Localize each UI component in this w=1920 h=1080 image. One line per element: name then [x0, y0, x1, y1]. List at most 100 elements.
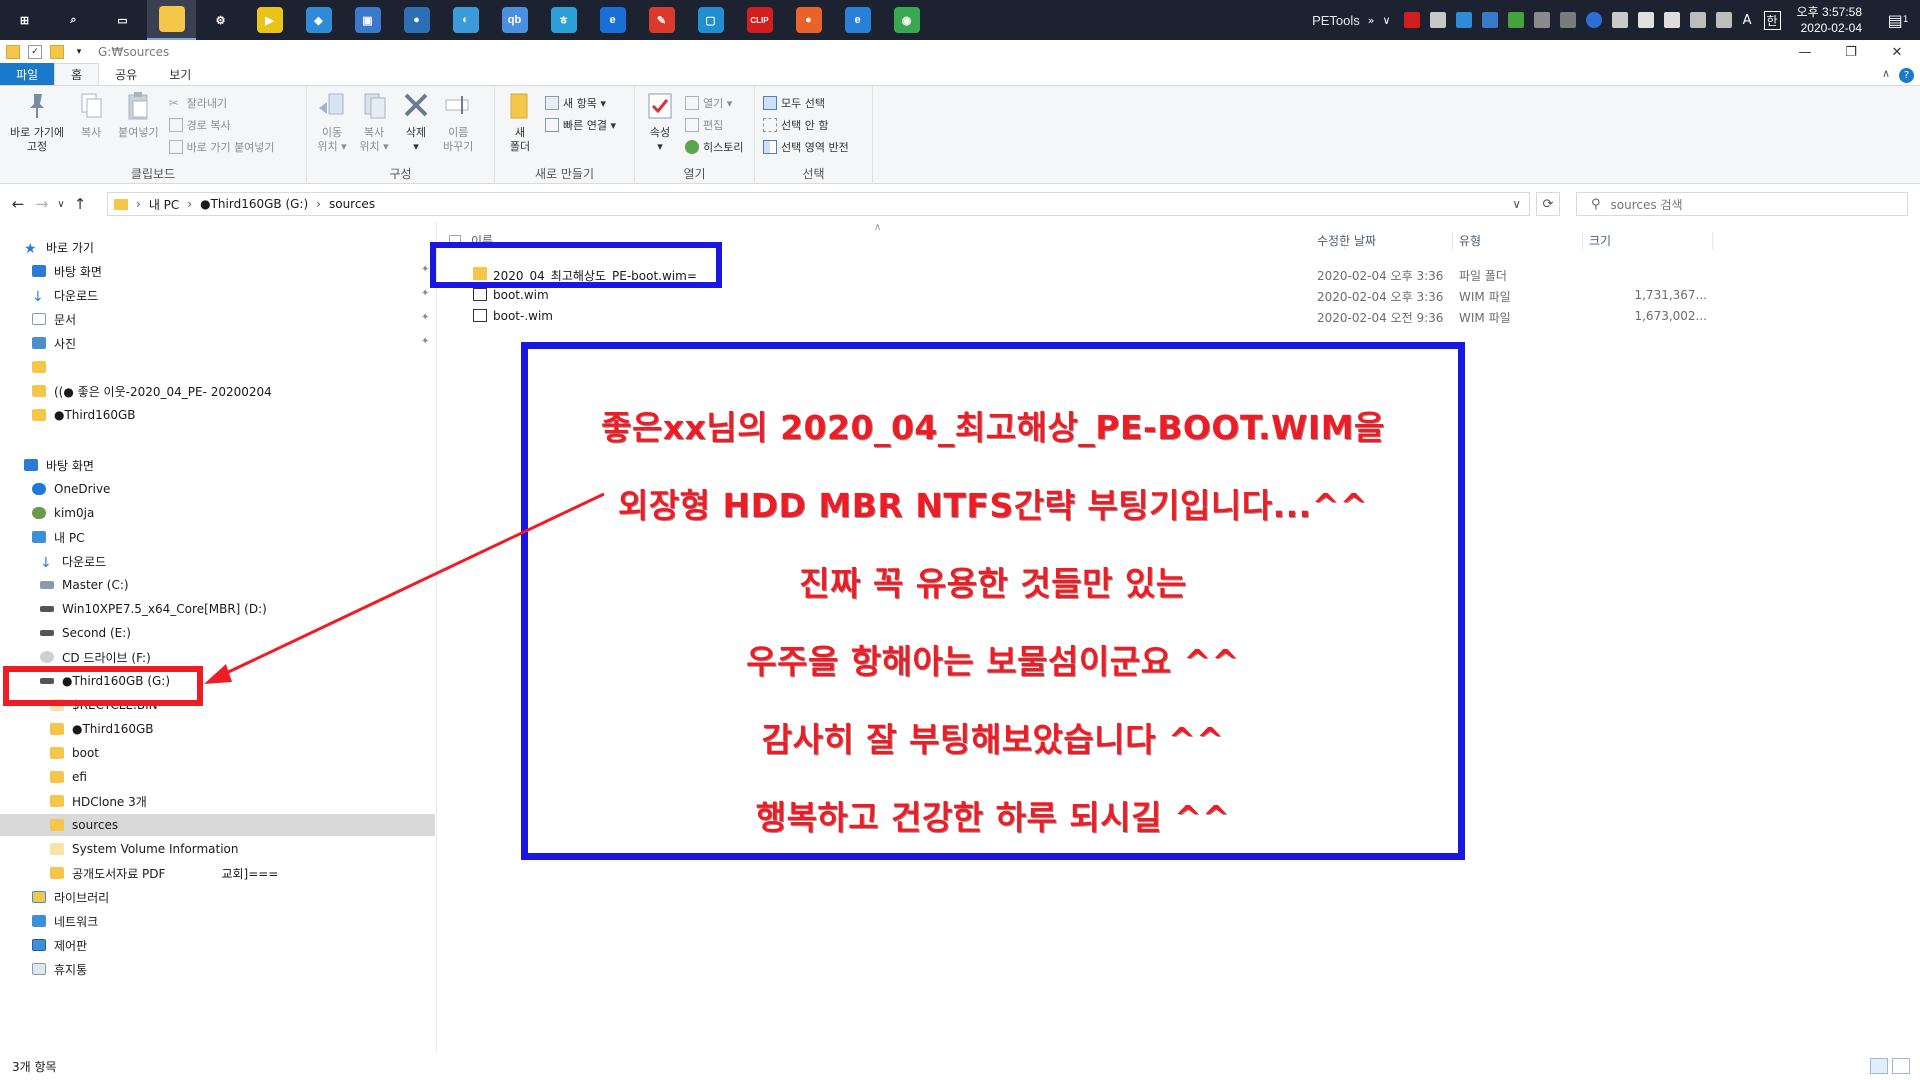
- taskbar-button[interactable]: ◆: [294, 0, 343, 40]
- taskbar-button[interactable]: qb: [490, 0, 539, 40]
- file-row[interactable]: boot-.wim 2020-02-04 오전 9:36 WIM 파일 1,673,0…: [437, 306, 1920, 327]
- nav-hdclone[interactable]: HDClone 3개: [50, 790, 147, 812]
- taskbar-button[interactable]: e: [833, 0, 882, 40]
- collapse-ribbon-icon[interactable]: ∧: [1882, 67, 1890, 80]
- bluetooth-icon[interactable]: [1585, 12, 1602, 28]
- copy-path-button[interactable]: 경로 복사: [168, 114, 275, 136]
- tray-app2-icon[interactable]: [1455, 12, 1472, 28]
- nav-drive-e[interactable]: Second (E:): [40, 622, 131, 644]
- paste-shortcut-button[interactable]: 바로 가기 붙여넣기: [168, 136, 275, 158]
- nav-onedrive[interactable]: OneDrive: [32, 478, 110, 500]
- taskbar-button[interactable]: ●: [392, 0, 441, 40]
- network-icon[interactable]: [1689, 12, 1706, 28]
- nav-user[interactable]: kim0ja: [32, 502, 94, 524]
- open-button[interactable]: 열기 ▾: [685, 92, 743, 114]
- file-row[interactable]: boot.wim 2020-02-04 오후 3:36 WIM 파일 1,731,36…: [437, 285, 1920, 306]
- column-type[interactable]: 유형: [1453, 232, 1583, 250]
- taskbar-button[interactable]: ✎: [637, 0, 686, 40]
- new-folder-quick-icon[interactable]: [50, 45, 64, 59]
- nav-recycle-bin[interactable]: 휴지통: [32, 958, 87, 980]
- tab-view[interactable]: 보기: [153, 63, 207, 85]
- nav-desktop[interactable]: 바탕 화면: [32, 260, 102, 282]
- nav-system-volume-information[interactable]: System Volume Information: [50, 838, 238, 860]
- breadcrumb-separator-icon[interactable]: ›: [187, 197, 192, 211]
- edit-button[interactable]: 편집: [685, 114, 743, 136]
- taskbar-button[interactable]: ●: [784, 0, 833, 40]
- nav-library[interactable]: 라이브러리: [32, 886, 109, 908]
- nav-quick-access[interactable]: ★ 바로 가기: [24, 236, 94, 258]
- nav-network[interactable]: 네트워크: [32, 910, 98, 932]
- nav-boot[interactable]: boot: [50, 742, 99, 764]
- refresh-button[interactable]: ⟳: [1536, 192, 1560, 216]
- clock[interactable]: 오후 3:57:58 2020-02-04: [1797, 4, 1862, 36]
- nav-documents[interactable]: 문서: [32, 308, 76, 330]
- nav-downloads-pc[interactable]: ↓ 다운로드: [40, 550, 106, 572]
- taskbar-button[interactable]: ▢: [686, 0, 735, 40]
- usb-icon[interactable]: [1611, 12, 1628, 28]
- taskbar-button[interactable]: CLIP: [735, 0, 784, 40]
- tray-app3-icon[interactable]: [1481, 12, 1498, 28]
- breadcrumb-drive-g[interactable]: ●Third160GB (G:): [200, 197, 308, 211]
- customize-quick-access-icon[interactable]: ▾: [72, 45, 86, 59]
- clip-tray-icon[interactable]: [1403, 12, 1420, 28]
- nav-desktop-root[interactable]: 바탕 화면: [24, 454, 94, 476]
- taskbar-button[interactable]: ▶: [245, 0, 294, 40]
- ime-mode-icon[interactable]: A: [1743, 13, 1752, 28]
- tray-app-icon[interactable]: [1429, 12, 1446, 28]
- nav-drive-c[interactable]: Master (C:): [40, 574, 129, 596]
- nav-drive-d[interactable]: Win10XPE7.5_x64_Core[MBR] (D:): [40, 598, 267, 620]
- taskbar-button[interactable]: ⊞: [0, 0, 49, 40]
- taskbar-button[interactable]: ⌕: [49, 0, 98, 40]
- petools-label[interactable]: PETools: [1312, 13, 1360, 28]
- nav-this-pc[interactable]: 내 PC: [32, 526, 84, 548]
- taskbar-button[interactable]: ▭: [98, 0, 147, 40]
- taskbar-button[interactable]: ▣: [343, 0, 392, 40]
- nvidia-icon[interactable]: [1507, 12, 1524, 28]
- nav-drive-f[interactable]: CD 드라이브 (F:): [40, 646, 151, 668]
- taskbar-button[interactable]: e: [588, 0, 637, 40]
- tray-expand-icon[interactable]: »: [1368, 14, 1375, 27]
- breadcrumb-sources[interactable]: sources: [329, 197, 375, 211]
- nav-downloads[interactable]: ↓ 다운로드: [32, 284, 98, 306]
- shield-icon[interactable]: [1637, 12, 1654, 28]
- nav-pictures[interactable]: 사진: [32, 332, 76, 354]
- address-bar[interactable]: › 내 PC › ●Third160GB (G:) › sources ∨: [107, 192, 1530, 216]
- details-view-icon[interactable]: [1870, 1058, 1888, 1074]
- search-input[interactable]: ⚲ sources 검색: [1576, 192, 1908, 216]
- nav-g-third[interactable]: ●Third160GB: [50, 718, 154, 740]
- minimize-button[interactable]: —: [1782, 40, 1828, 64]
- history-button[interactable]: 히스토리: [685, 136, 743, 158]
- tray-app5-icon[interactable]: [1559, 12, 1576, 28]
- back-button[interactable]: ←: [6, 195, 30, 213]
- tab-share[interactable]: 공유: [99, 63, 153, 85]
- nav-unnamed-folder[interactable]: [32, 356, 54, 378]
- column-date[interactable]: 수정한 날짜: [1311, 232, 1453, 250]
- nav-pdf[interactable]: 공개도서자료 PDF 교회]===: [50, 862, 278, 884]
- properties-quick-icon[interactable]: ✓: [28, 45, 42, 59]
- nav-sources[interactable]: sources: [0, 814, 435, 836]
- tab-file[interactable]: 파일: [0, 63, 55, 85]
- tray-app4-icon[interactable]: [1533, 12, 1550, 28]
- tab-home[interactable]: 홈: [54, 63, 100, 85]
- close-button[interactable]: ✕: [1874, 40, 1920, 64]
- address-history-chevron-icon[interactable]: ∨: [1512, 197, 1521, 211]
- select-all-button[interactable]: 모두 선택: [763, 92, 849, 114]
- new-item-button[interactable]: 새 항목 ▾: [545, 92, 616, 114]
- volume-icon[interactable]: [1715, 12, 1732, 28]
- taskbar-button[interactable]: ⚙: [196, 0, 245, 40]
- select-none-button[interactable]: 선택 안 함: [763, 114, 849, 136]
- tray-chevron-icon[interactable]: ∨: [1383, 14, 1391, 27]
- column-size[interactable]: 크기: [1583, 232, 1713, 250]
- recent-locations-icon[interactable]: ∨: [54, 199, 68, 210]
- taskbar-button[interactable]: ㅎ: [539, 0, 588, 40]
- battery-icon[interactable]: [1663, 12, 1680, 28]
- easy-access-button[interactable]: 빠른 연결 ▾: [545, 114, 616, 136]
- large-icons-view-icon[interactable]: [1892, 1058, 1910, 1074]
- nav-folder-third[interactable]: ●Third160GB: [32, 404, 136, 426]
- forward-button[interactable]: →: [30, 195, 54, 213]
- breadcrumb-separator-icon[interactable]: ›: [136, 197, 141, 211]
- breadcrumb-separator-icon[interactable]: ›: [316, 197, 321, 211]
- hangul-mode-icon[interactable]: 한: [1763, 10, 1781, 30]
- nav-folder-good-neighbor[interactable]: ((● 좋은 이웃-2020_04_PE- 20200204: [32, 380, 272, 402]
- taskbar-button[interactable]: [147, 0, 196, 40]
